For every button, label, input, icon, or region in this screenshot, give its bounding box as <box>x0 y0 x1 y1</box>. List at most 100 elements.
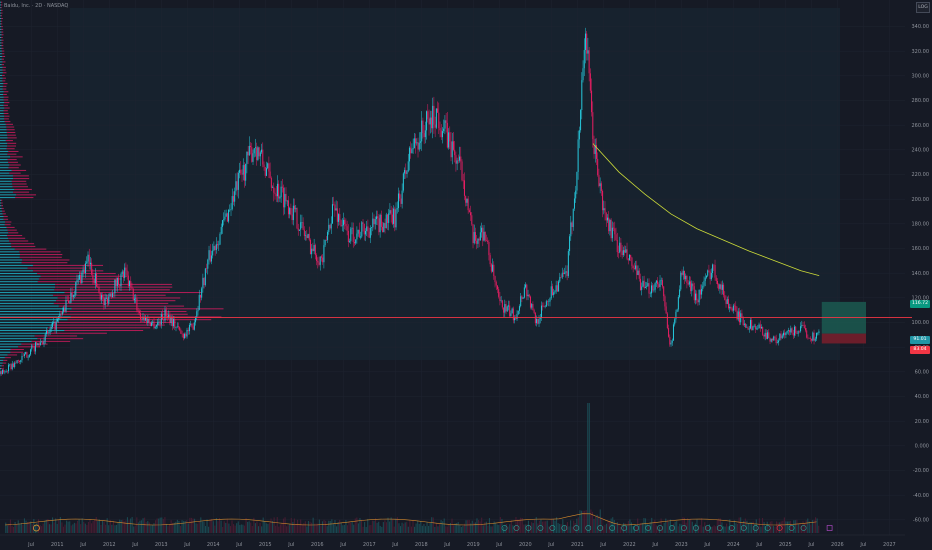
profile-bar-up <box>0 175 13 177</box>
profile-bar-up <box>0 286 56 288</box>
candle-body <box>526 284 528 297</box>
candle-body <box>208 250 210 260</box>
candle-body <box>790 328 792 333</box>
volume-bar <box>813 519 815 533</box>
price-tick-label: 340.00 <box>912 24 930 30</box>
candle-body <box>91 262 93 275</box>
volume-bar <box>577 517 579 533</box>
profile-bar-up <box>0 197 16 199</box>
candle-body <box>219 233 221 245</box>
candle-body <box>567 251 569 277</box>
candle-body <box>144 317 146 321</box>
profile-bar-down <box>3 112 9 114</box>
volume-bar <box>11 525 13 533</box>
profile-bar-up <box>0 145 8 147</box>
profile-bar-up <box>0 283 56 285</box>
candle-body <box>254 147 256 149</box>
candle-body <box>171 317 173 327</box>
candle-body <box>217 244 219 246</box>
volume-bar <box>701 518 703 533</box>
profile-bar-down <box>37 273 116 275</box>
volume-bar <box>326 526 328 533</box>
profile-bar-down <box>1 4 3 6</box>
candle-body <box>81 272 83 284</box>
volume-bar <box>70 525 72 533</box>
volume-bar <box>799 523 801 533</box>
volume-bar <box>197 523 199 533</box>
candle-body <box>113 293 115 294</box>
volume-bar <box>665 518 667 533</box>
candle-body <box>120 273 122 287</box>
volume-bar <box>272 520 274 533</box>
candle-body <box>159 321 161 325</box>
volume-bar <box>44 521 46 533</box>
candle-body <box>342 219 344 226</box>
profile-bar-down <box>31 340 71 342</box>
log-scale-button[interactable]: LOG <box>916 2 930 13</box>
candle-body <box>151 322 153 326</box>
profile-bar-up <box>0 235 8 237</box>
candle-body <box>411 149 413 154</box>
risk-reward-boxes[interactable] <box>821 301 866 344</box>
candle-body <box>817 332 819 334</box>
candle-body <box>215 244 217 251</box>
volume-bar <box>677 526 679 533</box>
profile-bar-up <box>0 224 5 226</box>
time-tick-label: Jul <box>599 542 606 548</box>
volume-bar <box>766 521 768 533</box>
candle-body <box>186 329 188 337</box>
profile-bar-down <box>48 327 151 329</box>
price-axis[interactable]: 340.00 320.00 300.00 280.00 260.00 240.00 220.… <box>912 24 930 523</box>
candle-body <box>770 338 772 342</box>
volume-bar <box>189 517 191 533</box>
volume-bar <box>482 525 484 533</box>
candle-body <box>719 284 721 289</box>
profile-bar-up <box>0 245 12 247</box>
time-tick-label: 2018 <box>415 542 428 548</box>
candle-body <box>383 223 385 233</box>
volume-bar <box>126 517 129 533</box>
volume-bar <box>282 518 285 533</box>
candle-body <box>344 219 346 225</box>
volume-bar <box>61 522 63 533</box>
candle-body <box>803 325 805 329</box>
profile-bar-down <box>1 205 4 207</box>
volume-bar <box>604 524 606 533</box>
profile-bar-up <box>0 72 3 74</box>
candle-body <box>712 264 714 273</box>
volume-bar <box>178 520 180 533</box>
candle-body <box>537 318 539 324</box>
candle-body <box>75 282 77 296</box>
volume-bar <box>532 523 534 533</box>
profile-bar-up <box>0 53 2 55</box>
candle-body <box>452 141 454 150</box>
candle-body <box>22 355 24 357</box>
candle-body <box>620 242 622 252</box>
volume-bar <box>198 521 200 533</box>
candle-body <box>44 334 46 341</box>
candle-body <box>763 334 765 337</box>
profile-bar-up <box>0 80 3 82</box>
volume-bar <box>563 525 565 533</box>
candle-body <box>754 325 756 330</box>
candle-body <box>328 224 330 233</box>
volume-bar <box>190 517 192 533</box>
candle-body <box>617 252 619 253</box>
volume-bar <box>325 520 327 533</box>
candle-body <box>236 181 238 190</box>
profile-bar-up <box>0 343 22 345</box>
price-chart[interactable]: 340.00 320.00 300.00 280.00 260.00 240.00 220.… <box>0 0 932 550</box>
candle-body <box>615 234 617 240</box>
candle-body <box>341 225 343 227</box>
volume-bar <box>236 523 238 533</box>
candle-body <box>432 105 434 129</box>
candle-body <box>26 351 28 358</box>
candle-body <box>307 233 309 238</box>
candle-body <box>749 319 751 329</box>
candle-body <box>505 304 507 312</box>
profile-bar-up <box>0 77 3 79</box>
candle-body <box>385 214 387 229</box>
volume-bar <box>257 526 260 533</box>
volume-bar <box>337 522 339 533</box>
candle-body <box>688 281 690 285</box>
